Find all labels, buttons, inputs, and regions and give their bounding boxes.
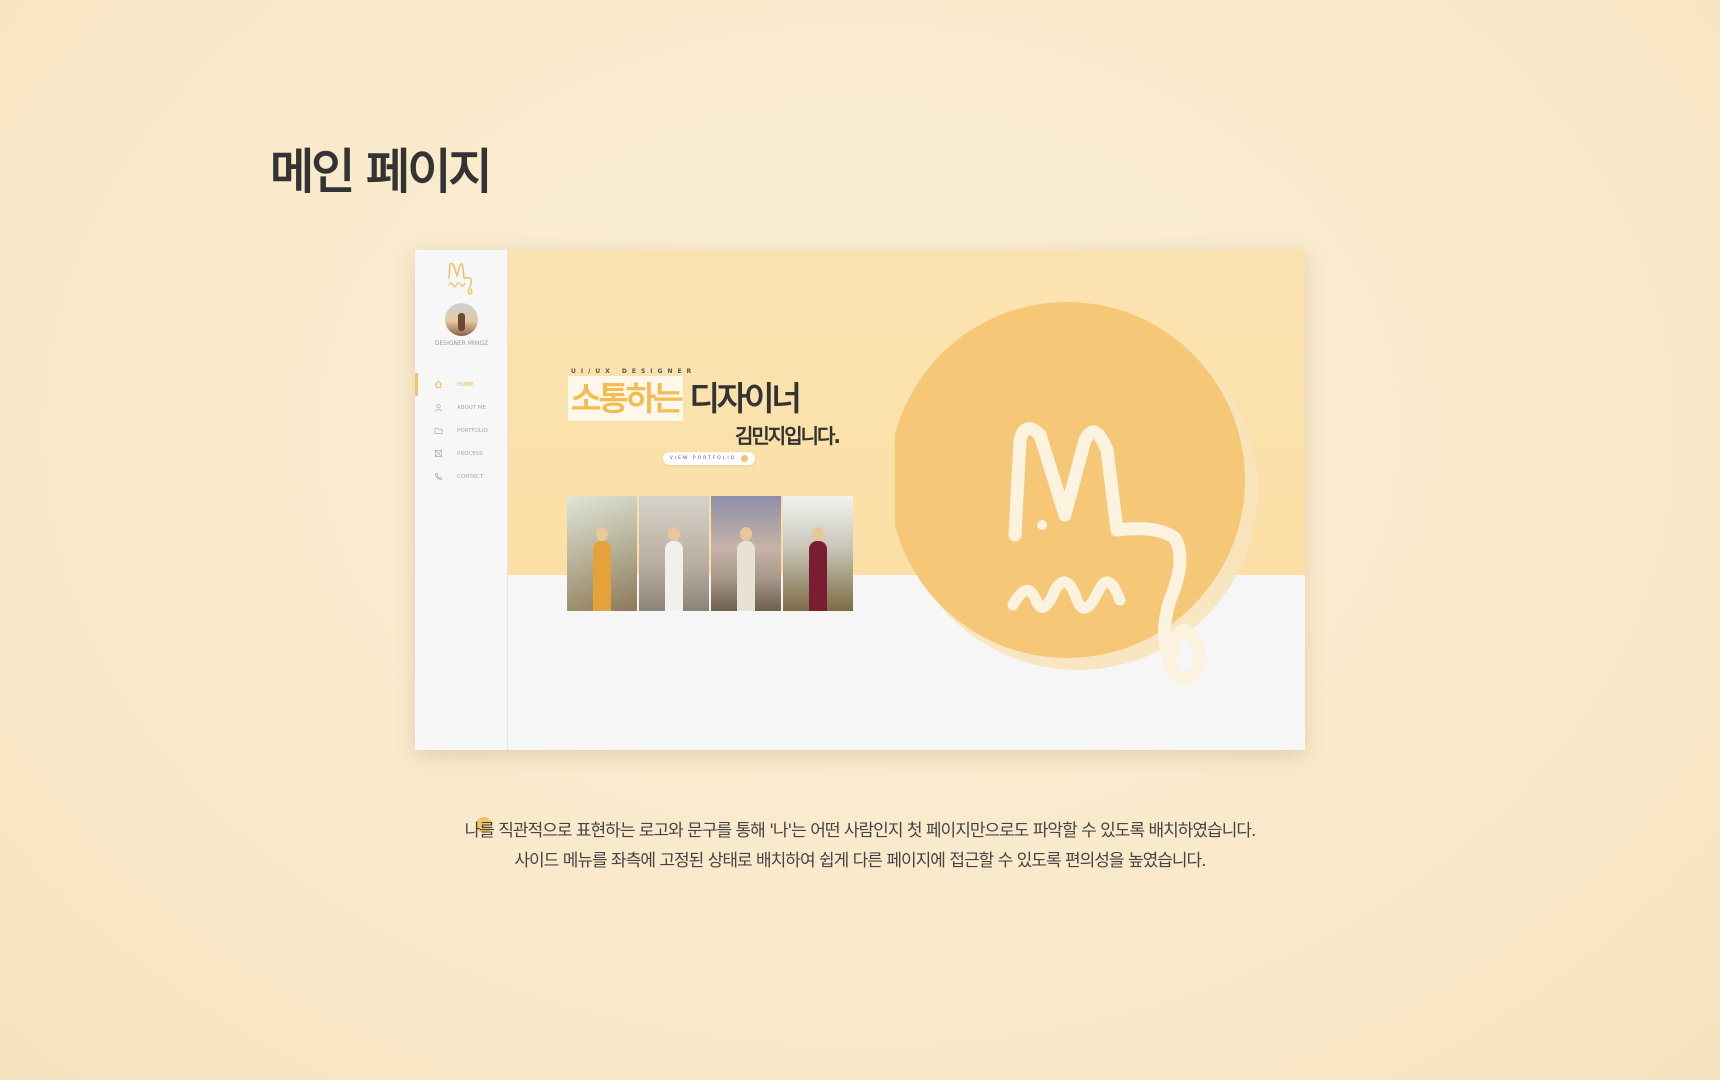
arrow-circle-icon <box>741 455 749 462</box>
nav-label: ABOUT ME <box>457 404 487 411</box>
view-portfolio-button[interactable]: VIEW PORTFOLIO <box>663 452 755 465</box>
portrait-photo[interactable] <box>567 496 637 611</box>
nav-item-portfolio[interactable]: PORTFOLIO <box>415 419 508 442</box>
logo-mj-icon[interactable] <box>445 260 477 296</box>
nav-label: HOME <box>457 381 474 388</box>
nav-label: CONTACT <box>457 473 484 480</box>
view-portfolio-label: VIEW PORTFOLIO <box>669 456 737 461</box>
hero-headline: 소통하는 디자이너 <box>568 376 802 421</box>
avatar[interactable] <box>445 303 478 336</box>
user-icon <box>433 403 443 413</box>
website-mockup: DESIGNER MINGZ HOME ABOUT ME PORTFOLIO P… <box>415 250 1305 750</box>
brand-logo-circle <box>895 302 1258 685</box>
designer-name: DESIGNER MINGZ <box>434 340 489 347</box>
hero-eyebrow: UI/UX DESIGNER <box>571 368 697 375</box>
process-icon <box>433 449 443 459</box>
headline-rest: 디자이너 <box>689 379 801 418</box>
phone-icon <box>433 472 443 482</box>
nav-item-about-me[interactable]: ABOUT ME <box>415 396 508 419</box>
hero-headline-2: 김민지입니다. <box>735 424 841 448</box>
home-icon <box>433 380 443 390</box>
nav-item-process[interactable]: PROCESS <box>415 442 508 465</box>
headline-highlight: 소통하는 <box>568 376 683 421</box>
portrait-photo[interactable] <box>711 496 781 611</box>
sidebar: DESIGNER MINGZ HOME ABOUT ME PORTFOLIO P… <box>415 250 508 750</box>
nav-label: PROCESS <box>457 450 483 457</box>
page-title: 메인 페이지 <box>270 144 493 200</box>
description-line-2: 사이드 메뉴를 좌측에 고정된 상태로 배치하여 쉽게 다른 페이지에 접근할 … <box>514 851 1206 871</box>
side-nav: HOME ABOUT ME PORTFOLIO PROCESS CONTACT <box>415 373 508 488</box>
description-line-1: 나를 직관적으로 표현하는 로고와 문구를 통해 '나'는 어떤 사람인지 첫 … <box>464 821 1257 841</box>
portrait-photo[interactable] <box>783 496 853 611</box>
portrait-photo[interactable] <box>639 496 709 611</box>
folder-icon <box>433 426 443 436</box>
nav-label: PORTFOLIO <box>457 427 488 434</box>
photo-strip <box>567 496 853 611</box>
description: 나를 직관적으로 표현하는 로고와 문구를 통해 '나'는 어떤 사람인지 첫 … <box>0 816 1720 876</box>
nav-item-home[interactable]: HOME <box>415 373 508 396</box>
nav-item-contact[interactable]: CONTACT <box>415 465 508 488</box>
